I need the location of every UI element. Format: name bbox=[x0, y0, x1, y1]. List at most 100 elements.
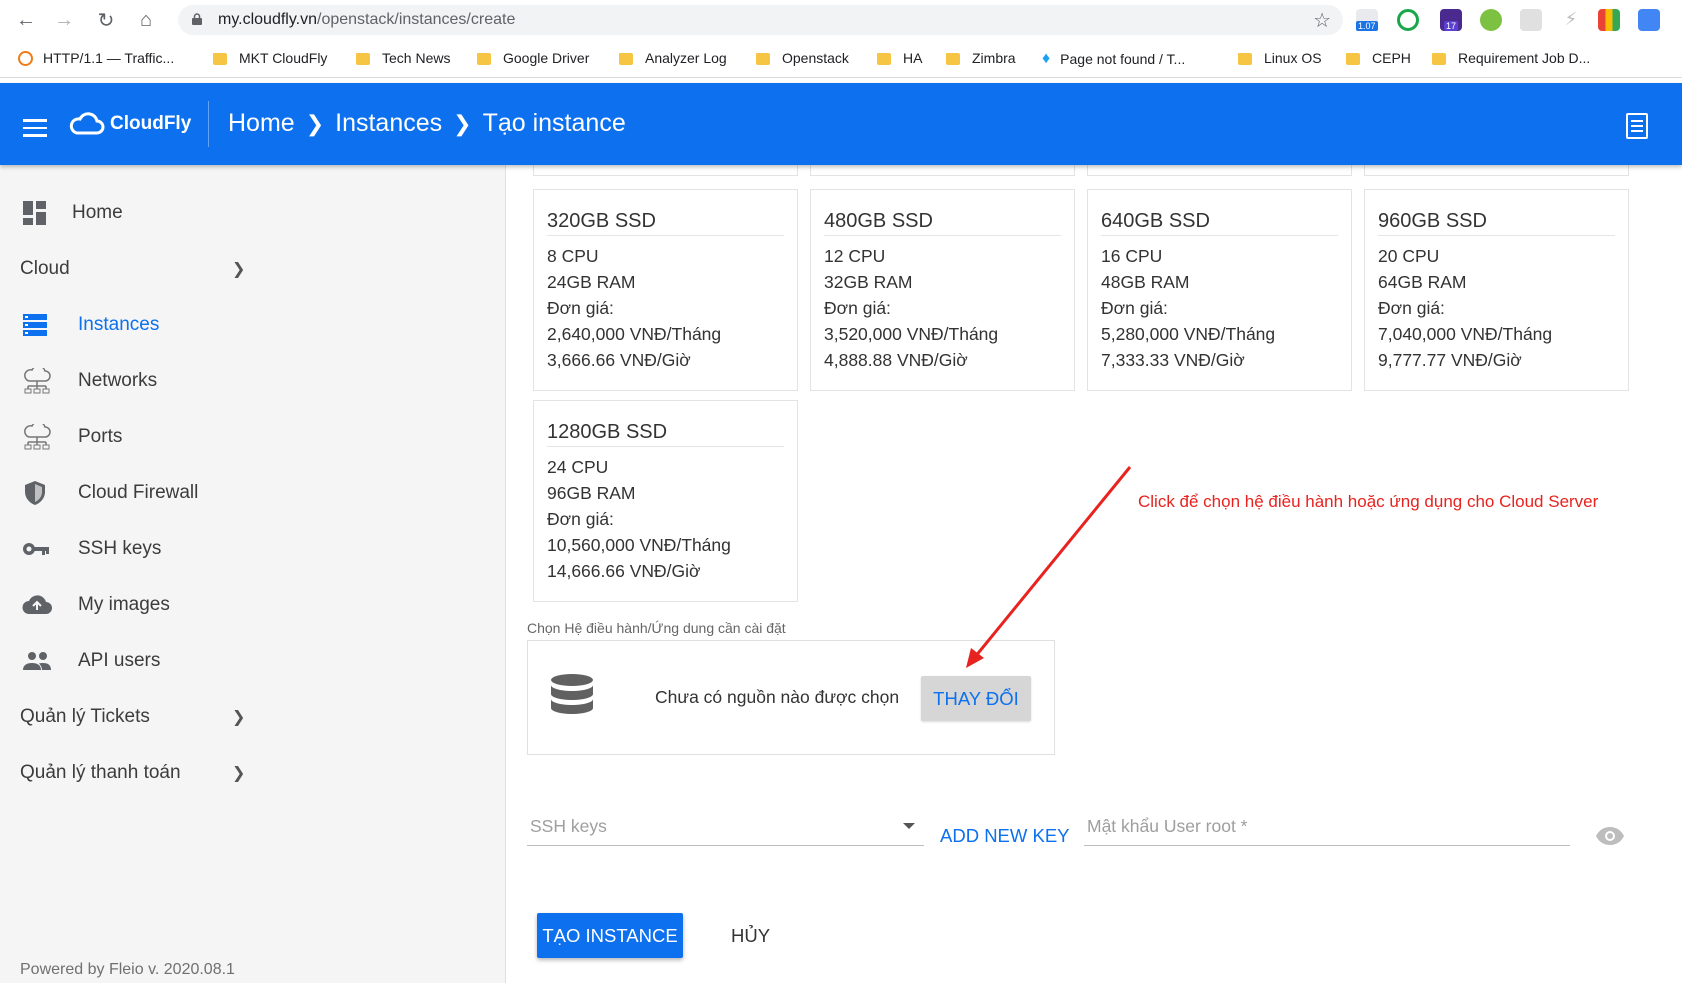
folder-icon bbox=[756, 53, 770, 65]
bookmarks-bar: HTTP/1.1 — Traffic... MKT CloudFly Tech … bbox=[0, 40, 1682, 78]
main-content: 320GB SSD 8 CPU 24GB RAM Đơn giá: 2,640,000… bbox=[507, 165, 1682, 983]
ssh-keys-placeholder: SSH keys bbox=[530, 816, 607, 836]
extension-grammar-icon[interactable] bbox=[1397, 9, 1419, 31]
dropdown-arrow-icon bbox=[903, 823, 915, 829]
folder-icon bbox=[619, 53, 633, 65]
folder-icon bbox=[477, 53, 491, 65]
breadcrumb: Home ❯ Instances ❯ Tạo instance bbox=[228, 109, 626, 138]
flavor-specs: 8 CPU 24GB RAM Đơn giá: 2,640,000 VNĐ/Tháng… bbox=[547, 246, 722, 370]
flavor-specs: 16 CPU 48GB RAM Đơn giá: 5,280,000 VNĐ/Thán… bbox=[1101, 246, 1276, 370]
sidebar-item-label: SSH keys bbox=[78, 538, 162, 559]
back-icon[interactable]: ← bbox=[14, 8, 38, 32]
bookmark-folder[interactable]: Tech News bbox=[356, 50, 450, 66]
extension-parrot-icon[interactable] bbox=[1480, 9, 1502, 31]
sidebar-item-tickets[interactable]: Quản lý Tickets ❯ bbox=[0, 689, 506, 745]
flavor-title: 320GB SSD bbox=[547, 210, 656, 232]
folder-icon bbox=[877, 53, 891, 65]
menu-icon[interactable] bbox=[23, 119, 47, 137]
bookmark-item[interactable]: ♦ Page not found / T... bbox=[1042, 50, 1185, 68]
flavor-card[interactable]: 960GB SSD 20 CPU 64GB RAM Đơn giá: 7,040,00… bbox=[1364, 189, 1629, 391]
extension-php-icon[interactable] bbox=[1520, 9, 1542, 31]
flavor-title: 1280GB SSD bbox=[547, 421, 668, 443]
bookmark-folder[interactable]: Analyzer Log bbox=[619, 50, 727, 66]
sidebar-item-label: Home bbox=[72, 202, 123, 223]
sidebar-item-label: Cloud Firewall bbox=[78, 482, 199, 503]
chevron-right-icon: ❯ bbox=[305, 110, 325, 136]
bookmark-folder[interactable]: Openstack bbox=[756, 50, 849, 66]
eye-icon[interactable] bbox=[1595, 826, 1625, 846]
sidebar-item-my-images[interactable]: My images bbox=[0, 577, 506, 633]
notes-icon[interactable] bbox=[1626, 113, 1648, 139]
bookmark-item[interactable]: HTTP/1.1 — Traffic... bbox=[18, 50, 174, 66]
sidebar: Home Cloud ❯ Instances Networks Ports Cl… bbox=[0, 165, 506, 983]
bookmark-star-icon[interactable]: ☆ bbox=[1313, 8, 1331, 33]
sidebar-item-label: Instances bbox=[78, 314, 160, 335]
breadcrumb-instances[interactable]: Instances bbox=[335, 109, 442, 138]
sidebar-item-label: Networks bbox=[78, 370, 158, 391]
extension-bolt-icon[interactable]: ⚡ bbox=[1560, 9, 1582, 31]
bookmark-folder[interactable]: Google Driver bbox=[477, 50, 589, 66]
breadcrumb-current: Tạo instance bbox=[482, 109, 626, 137]
people-icon bbox=[23, 652, 51, 670]
powered-by: Powered by Fleio v. 2020.08.1 bbox=[20, 961, 235, 978]
sidebar-item-home[interactable]: Home bbox=[0, 185, 506, 241]
bookmark-folder[interactable]: MKT CloudFly bbox=[213, 50, 327, 66]
flavor-card[interactable]: 1280GB SSD 24 CPU 96GB RAM Đơn giá: 10,560,… bbox=[533, 400, 798, 602]
divider bbox=[1101, 235, 1338, 236]
extension-cap-icon[interactable]: 17 bbox=[1440, 9, 1462, 31]
change-source-button[interactable]: THAY ĐỔI bbox=[921, 676, 1031, 721]
bookmark-folder[interactable]: Zimbra bbox=[946, 50, 1016, 66]
image-source-box: Chưa có nguồn nào được chọn THAY ĐỔI bbox=[527, 640, 1055, 755]
folder-icon bbox=[946, 53, 960, 65]
flavor-card-partial[interactable] bbox=[1087, 165, 1352, 176]
home-icon[interactable]: ⌂ bbox=[134, 8, 158, 32]
bookmark-folder[interactable]: CEPH bbox=[1346, 50, 1411, 66]
folder-icon bbox=[1346, 53, 1360, 65]
flavor-card[interactable]: 480GB SSD 12 CPU 32GB RAM Đơn giá: 3,520,00… bbox=[810, 189, 1075, 391]
folder-icon bbox=[1432, 53, 1446, 65]
flavor-title: 640GB SSD bbox=[1101, 210, 1210, 232]
divider bbox=[824, 235, 1061, 236]
forward-icon[interactable]: → bbox=[52, 8, 76, 32]
sidebar-item-cloud-firewall[interactable]: Cloud Firewall bbox=[0, 465, 506, 521]
server-list-icon bbox=[23, 314, 47, 336]
flavor-card[interactable]: 320GB SSD 8 CPU 24GB RAM Đơn giá: 2,640,000… bbox=[533, 189, 798, 391]
folder-icon bbox=[213, 53, 227, 65]
extension-color-icon[interactable] bbox=[1598, 9, 1620, 31]
root-password-placeholder: Mật khẩu User root * bbox=[1087, 816, 1248, 836]
address-bar[interactable]: my.cloudfly.vn/openstack/instances/creat… bbox=[178, 5, 1343, 35]
cloudfly-logo[interactable]: CloudFly bbox=[68, 111, 191, 137]
bookmark-folder[interactable]: HA bbox=[877, 50, 922, 66]
reload-icon[interactable]: ↻ bbox=[94, 8, 118, 32]
sidebar-item-billing[interactable]: Quản lý thanh toán ❯ bbox=[0, 745, 506, 801]
chevron-right-icon: ❯ bbox=[232, 709, 246, 726]
ssh-keys-select[interactable]: SSH keys bbox=[527, 810, 924, 846]
extension-weather-icon[interactable]: 1.07 bbox=[1356, 9, 1378, 31]
bookmark-folder[interactable]: Requirement Job D... bbox=[1432, 50, 1590, 66]
image-source-status: Chưa có nguồn nào được chọn bbox=[655, 687, 900, 707]
twitter-icon: ♦ bbox=[1042, 50, 1051, 67]
divider bbox=[547, 446, 784, 447]
divider bbox=[1378, 235, 1615, 236]
flavor-specs: 12 CPU 32GB RAM Đơn giá: 3,520,000 VNĐ/Thán… bbox=[824, 246, 999, 370]
sidebar-item-networks[interactable]: Networks bbox=[0, 353, 506, 409]
sidebar-item-ports[interactable]: Ports bbox=[0, 409, 506, 465]
cancel-button[interactable]: HỦY bbox=[731, 925, 770, 947]
dashboard-icon bbox=[23, 201, 46, 225]
sidebar-item-ssh-keys[interactable]: SSH keys bbox=[0, 521, 506, 577]
sidebar-item-label: Ports bbox=[78, 426, 123, 447]
sidebar-item-api-users[interactable]: API users bbox=[0, 633, 506, 689]
root-password-field[interactable]: Mật khẩu User root * bbox=[1084, 810, 1570, 846]
breadcrumb-home[interactable]: Home bbox=[228, 109, 295, 138]
sidebar-item-cloud[interactable]: Cloud ❯ bbox=[0, 241, 506, 297]
bookmark-folder[interactable]: Linux OS bbox=[1238, 50, 1322, 66]
flavor-card-partial[interactable] bbox=[810, 165, 1075, 176]
flavor-card-partial[interactable] bbox=[533, 165, 798, 176]
flavor-card-partial[interactable] bbox=[1364, 165, 1629, 176]
flavor-specs: 24 CPU 96GB RAM Đơn giá: 10,560,000 VNĐ/Thá… bbox=[547, 457, 731, 581]
flavor-card[interactable]: 640GB SSD 16 CPU 48GB RAM Đơn giá: 5,280,00… bbox=[1087, 189, 1352, 391]
extension-translate-icon[interactable] bbox=[1638, 9, 1660, 31]
sidebar-item-instances[interactable]: Instances bbox=[0, 297, 506, 353]
add-new-key-button[interactable]: ADD NEW KEY bbox=[940, 825, 1070, 847]
create-instance-button[interactable]: TẠO INSTANCE bbox=[537, 913, 683, 958]
